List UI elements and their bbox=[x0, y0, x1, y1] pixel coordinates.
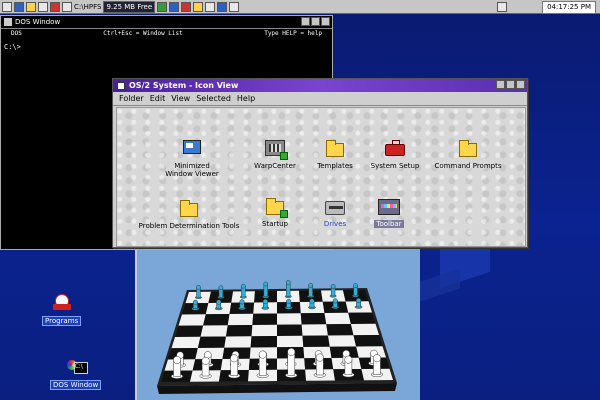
window-list-icon[interactable] bbox=[14, 1, 24, 12]
os2-title-bar[interactable]: OS/2 System - Icon View bbox=[113, 79, 527, 92]
board-square bbox=[178, 314, 206, 326]
board-square bbox=[328, 335, 357, 347]
tray-icon[interactable] bbox=[217, 1, 228, 12]
folder-icon bbox=[457, 138, 479, 160]
minimize-button[interactable] bbox=[301, 17, 310, 26]
drive-label[interactable]: C:\HPFS bbox=[74, 3, 101, 11]
board-square bbox=[277, 335, 304, 348]
board-square bbox=[324, 312, 351, 325]
menu-view[interactable]: View bbox=[171, 94, 190, 103]
board-square bbox=[348, 312, 376, 324]
object-command-prompts[interactable]: Command Prompts bbox=[433, 138, 503, 170]
chess-window[interactable] bbox=[135, 248, 420, 400]
board-square bbox=[301, 324, 328, 336]
board-square bbox=[200, 325, 228, 337]
dos-hint-line: DOS Ctrl+Esc = Window List Type HELP = h… bbox=[1, 29, 332, 39]
object-warpcenter[interactable]: WarpCenter bbox=[245, 138, 305, 170]
toolbox-icon bbox=[384, 138, 406, 160]
board-square bbox=[302, 335, 330, 347]
board-square bbox=[203, 314, 230, 326]
printer-icon[interactable] bbox=[38, 1, 48, 12]
system-menu-icon[interactable] bbox=[4, 18, 12, 26]
toolbar-icon bbox=[378, 196, 400, 218]
board-square bbox=[175, 325, 204, 337]
board-square bbox=[353, 335, 383, 347]
close-button[interactable] bbox=[516, 80, 525, 89]
board-square bbox=[250, 336, 277, 348]
folder-icon bbox=[264, 196, 288, 218]
system-menu-icon[interactable] bbox=[117, 81, 125, 90]
lock-icon[interactable] bbox=[26, 1, 36, 12]
board-square bbox=[277, 324, 303, 336]
dos-command-prompt[interactable]: C:\> bbox=[1, 39, 332, 55]
dos-window-icon bbox=[65, 356, 88, 378]
menu-help[interactable]: Help bbox=[237, 94, 255, 103]
object-minimized-window-viewer[interactable]: Minimized Window Viewer bbox=[157, 138, 227, 178]
board-square bbox=[171, 336, 201, 349]
minimize-button[interactable] bbox=[496, 80, 505, 89]
menu-selected[interactable]: Selected bbox=[196, 94, 231, 103]
tray-icon[interactable] bbox=[193, 1, 204, 12]
desktop-icon-programs[interactable]: Programs bbox=[42, 292, 82, 326]
chess-board-graphic[interactable] bbox=[137, 248, 420, 400]
icon-view-area[interactable]: Minimized Window Viewer WarpCenter Templ… bbox=[116, 107, 526, 247]
tray-icon[interactable] bbox=[229, 1, 240, 12]
menu-bar: Folder Edit View Selected Help bbox=[113, 92, 527, 106]
warpcenter-icon bbox=[264, 138, 288, 160]
folder-icon bbox=[178, 198, 200, 220]
board-square bbox=[251, 324, 277, 337]
drive-icon[interactable] bbox=[62, 1, 72, 12]
tray-icon[interactable] bbox=[169, 1, 180, 12]
object-startup[interactable]: Startup bbox=[245, 196, 305, 228]
free-space-display: 9.25 MB Free bbox=[103, 0, 156, 13]
object-templates[interactable]: Templates bbox=[305, 138, 365, 170]
board-square bbox=[226, 325, 253, 337]
tray-icon[interactable] bbox=[497, 1, 508, 12]
folder-icon bbox=[324, 138, 346, 160]
board-square bbox=[326, 324, 354, 336]
tray-icon[interactable] bbox=[181, 1, 192, 12]
warpcenter-taskbar: C:\HPFS 9.25 MB Free 04:17:25 PM bbox=[0, 0, 600, 14]
os2-window-title: OS/2 System - Icon View bbox=[129, 81, 239, 90]
object-toolbar[interactable]: Toolbar bbox=[365, 196, 413, 228]
board-square bbox=[197, 336, 226, 348]
dos-hint-left: DOS bbox=[11, 30, 22, 37]
menu-folder[interactable]: Folder bbox=[119, 94, 144, 103]
board-square bbox=[277, 313, 302, 325]
dos-hint-right: Type HELP = help bbox=[264, 30, 322, 37]
tools-icon[interactable] bbox=[50, 1, 60, 12]
clock: 04:17:25 PM bbox=[542, 1, 596, 14]
drive-icon bbox=[324, 196, 346, 218]
programs-icon bbox=[51, 292, 73, 314]
dos-hint-center: Ctrl+Esc = Window List bbox=[103, 30, 183, 37]
dos-window-title: DOS Window bbox=[15, 18, 61, 26]
object-problem-determination-tools[interactable]: Problem Determination Tools bbox=[129, 198, 249, 230]
window-viewer-icon bbox=[181, 138, 203, 160]
close-button[interactable] bbox=[321, 17, 330, 26]
board-square bbox=[300, 313, 327, 325]
tray-icon[interactable] bbox=[157, 1, 168, 12]
tray-icon[interactable] bbox=[205, 1, 216, 12]
maximize-button[interactable] bbox=[506, 80, 515, 89]
board-square bbox=[224, 336, 252, 348]
os2-system-window[interactable]: OS/2 System - Icon View Folder Edit View… bbox=[112, 78, 528, 248]
object-drives[interactable]: Drives bbox=[305, 196, 365, 228]
menu-edit[interactable]: Edit bbox=[150, 94, 166, 103]
maximize-button[interactable] bbox=[311, 17, 320, 26]
board-square bbox=[350, 323, 379, 336]
dos-title-bar[interactable]: DOS Window bbox=[1, 16, 332, 29]
board-square bbox=[227, 313, 254, 326]
desktop-icon-dos-window[interactable]: DOS Window bbox=[50, 356, 102, 390]
desktop-menu-icon[interactable] bbox=[2, 1, 12, 12]
object-system-setup[interactable]: System Setup bbox=[365, 138, 425, 170]
board-square bbox=[252, 313, 277, 325]
